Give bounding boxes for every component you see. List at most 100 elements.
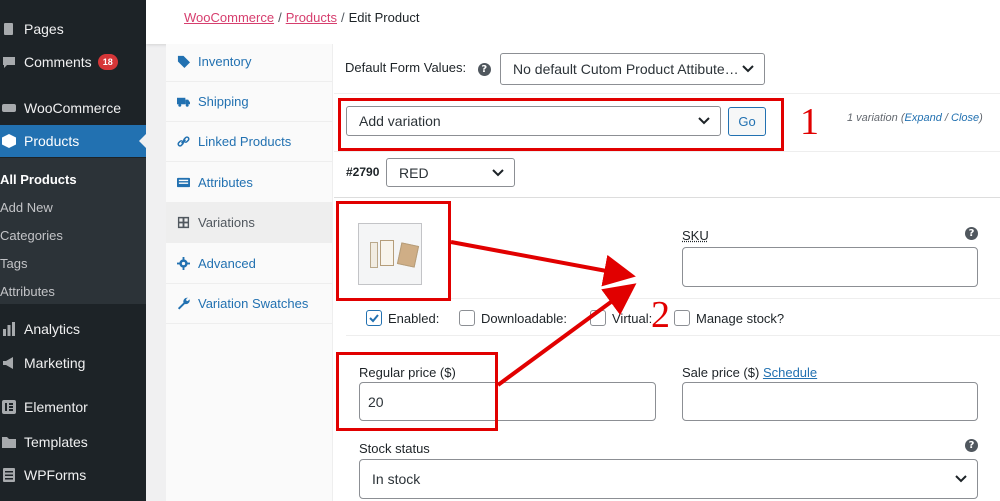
product-data-tabs: Inventory Shipping Linked Products Attri… [166,44,333,501]
variation-count-text: 1 variation [847,112,898,124]
products-icon [2,134,16,148]
link-icon [176,135,190,149]
tab-label: Variation Swatches [198,296,309,311]
tab-linked-products[interactable]: Linked Products [166,122,333,162]
checkbox-unchecked[interactable] [674,310,690,326]
breadcrumb-products-link[interactable]: Products [286,10,337,25]
sale-price-label-text: Sale price ($) [682,365,760,380]
submenu-categories[interactable]: Categories [0,221,146,249]
sidebar-item-label: Comments [24,54,92,70]
sidebar-item-label: WPForms [24,467,87,483]
marketing-icon [2,356,16,370]
tab-variations[interactable]: Variations [166,203,333,243]
admin-sidebar: Pages Comments 18 WooCommerce Products A… [0,0,146,501]
downloadable-checkbox[interactable]: Downloadable: [459,310,567,326]
truck-icon [176,95,190,109]
wrench-icon [176,297,190,311]
sidebar-item-marketing[interactable]: Marketing [0,347,146,379]
schedule-link[interactable]: Schedule [763,365,817,380]
variation-color-value: RED [399,164,429,181]
default-form-select[interactable]: No default Cutom Product Attibute… [500,53,765,85]
sidebar-item-label: Pages [24,21,64,37]
variation-color-select[interactable]: RED [386,158,515,187]
gear-icon [176,257,190,271]
list-icon [176,176,190,190]
sale-price-label: Sale price ($) Schedule [682,365,817,380]
paren: ) [979,112,983,124]
sidebar-item-comments[interactable]: Comments 18 [0,46,146,78]
sidebar-item-label: Analytics [24,321,81,337]
wpforms-icon [2,468,16,482]
stock-status-help-icon[interactable]: ? [965,439,978,452]
variation-id: #2790 [346,165,380,179]
sidebar-item-products[interactable]: Products [0,125,146,157]
checkbox-unchecked[interactable] [590,310,606,326]
variation-count: 1 variation (Expand / Close) [847,112,983,124]
enabled-checkbox[interactable]: Enabled: [366,310,439,326]
default-form-row: Default Form Values: ? No default Cutom … [334,44,1000,94]
tab-variation-swatches[interactable]: Variation Swatches [166,284,333,324]
tab-advanced[interactable]: Advanced [166,244,333,284]
default-form-label: Default Form Values: ? [345,60,491,76]
sidebar-item-templates[interactable]: Templates [0,426,146,458]
tab-label: Advanced [198,256,256,271]
sidebar-item-elementor[interactable]: Elementor [0,391,146,423]
stock-status-select[interactable]: In stock [359,459,978,499]
annotation-number-1: 1 [800,101,819,143]
close-link[interactable]: Close [951,112,979,124]
tab-shipping[interactable]: Shipping [166,82,333,122]
help-icon[interactable]: ? [477,63,491,76]
breadcrumb-separator: / [278,10,282,25]
tab-label: Inventory [198,54,252,69]
chevron-down-icon [955,475,967,483]
virtual-checkbox[interactable]: Virtual: [590,310,652,326]
sidebar-item-label: WooCommerce [24,100,121,116]
submenu-all-products[interactable]: All Products [0,165,146,193]
breadcrumb-woocommerce-link[interactable]: WooCommerce [184,10,274,25]
virtual-label: Virtual: [612,310,653,326]
default-form-label-text: Default Form Values: [345,60,467,75]
tab-label: Shipping [198,94,249,109]
annotation-box-price [336,352,498,431]
comment-count-badge: 18 [97,54,118,70]
pages-icon [2,22,16,36]
sidebar-item-pages[interactable]: Pages [0,13,146,45]
sidebar-item-label: Marketing [24,355,86,371]
chevron-down-icon [492,168,504,176]
sidebar-item-label: Products [24,133,80,149]
sku-input[interactable] [682,247,978,287]
tab-label: Variations [198,215,255,230]
sidebar-item-analytics[interactable]: Analytics [0,313,146,345]
checkbox-checked[interactable] [366,310,382,326]
sale-price-input[interactable] [682,382,978,421]
top-bar: WooCommerce / Products / Edit Product [146,0,1000,44]
expand-link[interactable]: Expand [905,112,942,124]
tab-inventory[interactable]: Inventory [166,42,333,82]
submenu-tags[interactable]: Tags [0,249,146,277]
slash: / [944,112,948,124]
chevron-down-icon [742,65,754,73]
manage-stock-checkbox[interactable]: Manage stock? [674,310,784,326]
sidebar-item-label: Templates [24,434,88,450]
breadcrumb-separator: / [341,10,345,25]
tab-label: Linked Products [198,134,292,149]
tag-icon [176,55,190,69]
sku-help-icon[interactable]: ? [965,227,978,240]
submenu-add-new[interactable]: Add New [0,193,146,221]
tab-attributes[interactable]: Attributes [166,163,333,203]
breadcrumb: WooCommerce / Products / Edit Product [184,10,419,25]
submenu-attributes[interactable]: Attributes [0,277,146,305]
stock-status-value: In stock [372,471,421,487]
sidebar-item-wpforms[interactable]: WPForms [0,459,146,491]
breadcrumb-current: Edit Product [348,10,420,25]
annotation-box-image [336,201,451,301]
checkbox-unchecked[interactable] [459,310,475,326]
sidebar-item-label: Elementor [24,399,88,415]
manage-stock-label: Manage stock? [696,310,785,326]
annotation-box-1 [338,98,784,151]
stock-status-label: Stock status [359,441,430,456]
templates-icon [2,435,16,449]
grid-icon [176,216,190,230]
sidebar-item-woocommerce[interactable]: WooCommerce [0,92,146,124]
enabled-label: Enabled: [388,310,440,326]
